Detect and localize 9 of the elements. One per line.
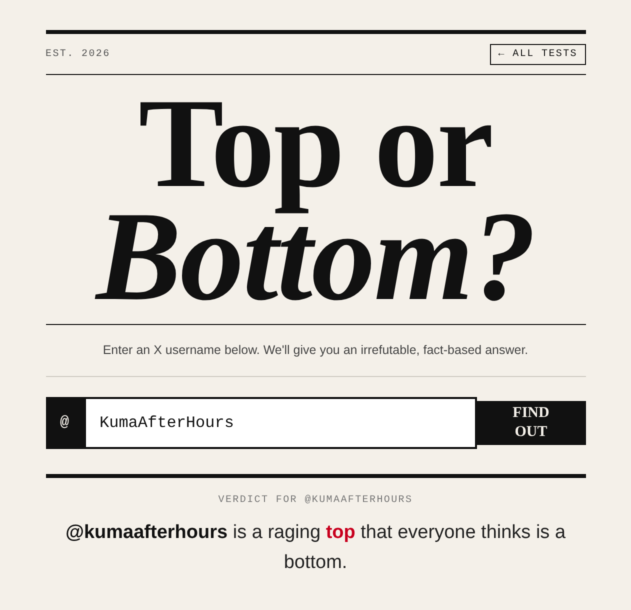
- verdict-label: VERDICT FOR @KUMAAFTERHOURS: [217, 494, 414, 508]
- username-input[interactable]: KumaAfterHours: [84, 397, 476, 449]
- verdict-sentence: @kumaafterhours is a raging top that everyone thinks is a bottom.: [64, 521, 567, 575]
- established-label: EST. 2026: [46, 48, 110, 62]
- at-sign-prefix: @: [46, 397, 84, 449]
- find-out-button[interactable]: FIND OUT: [476, 401, 586, 445]
- headline: Top or Bottom?: [94, 75, 536, 324]
- subtitle: Enter an X username below. We'll give you an irrefutable, fact-based answer.: [102, 342, 530, 360]
- all-tests-link[interactable]: ← ALL TESTS: [490, 44, 586, 64]
